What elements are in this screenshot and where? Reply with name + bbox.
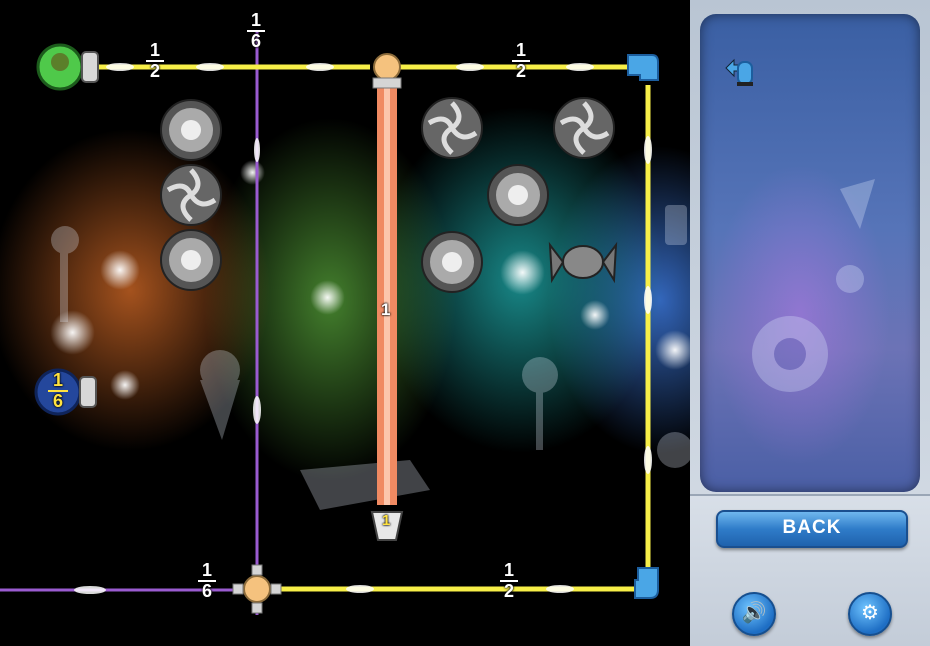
back-button[interactable]: BACK — [716, 510, 908, 548]
numerator: 1 — [515, 40, 526, 60]
reflector-top-right — [627, 54, 659, 81]
candy-silhouette — [300, 460, 430, 510]
swirl-obstacle — [553, 97, 615, 159]
splitter-bottom[interactable] — [232, 564, 282, 614]
denominator: 2 — [149, 61, 160, 81]
donut-obstacle — [160, 229, 222, 291]
settings-button[interactable]: ⚙ — [848, 592, 892, 636]
denominator: 6 — [52, 391, 63, 411]
beam-label-vertical-left: 16 — [247, 10, 265, 51]
gear-icon: ⚙ — [861, 602, 879, 624]
beam-label-top-left: 12 — [146, 40, 164, 81]
beam-label-bottom-left: 16 — [198, 560, 216, 601]
denominator: 6 — [201, 581, 212, 601]
splitter-top[interactable] — [372, 53, 402, 89]
beam-layer — [0, 30, 690, 615]
game-board: 12 12 16 16 12 1 16 1 — [0, 0, 690, 644]
speaker-icon: 🔊 — [741, 602, 767, 624]
beam-label-bottom-right: 12 — [500, 560, 518, 601]
piece-tray — [700, 14, 920, 492]
sound-button[interactable]: 🔊 — [732, 592, 776, 636]
wrapped-candy-obstacle — [548, 241, 618, 284]
swirl-obstacle — [421, 97, 483, 159]
reflector-bottom-right — [634, 567, 659, 599]
source-label-left: 16 — [48, 370, 68, 411]
denominator: 2 — [503, 581, 514, 601]
denominator: 2 — [515, 61, 526, 81]
lollipop-stick-silhouette — [60, 252, 68, 322]
donut-obstacle — [487, 164, 549, 226]
numerator: 1 — [149, 40, 160, 60]
numerator: 1 — [250, 10, 261, 30]
donut-obstacle — [160, 99, 222, 161]
reflector-tray-piece[interactable] — [718, 52, 758, 92]
numerator: 1 — [52, 370, 63, 390]
numerator: 1 — [503, 560, 514, 580]
numerator: 1 — [201, 560, 212, 580]
denominator: 6 — [250, 31, 261, 51]
donut-obstacle — [421, 231, 483, 293]
source-cannon-top[interactable] — [36, 43, 99, 91]
lollipop-silhouette — [51, 226, 79, 254]
target-label: 1 — [382, 512, 391, 529]
beam-label-orange: 1 — [381, 300, 391, 319]
swirl-obstacle — [160, 164, 222, 226]
beam-label-top-right: 12 — [512, 40, 530, 81]
